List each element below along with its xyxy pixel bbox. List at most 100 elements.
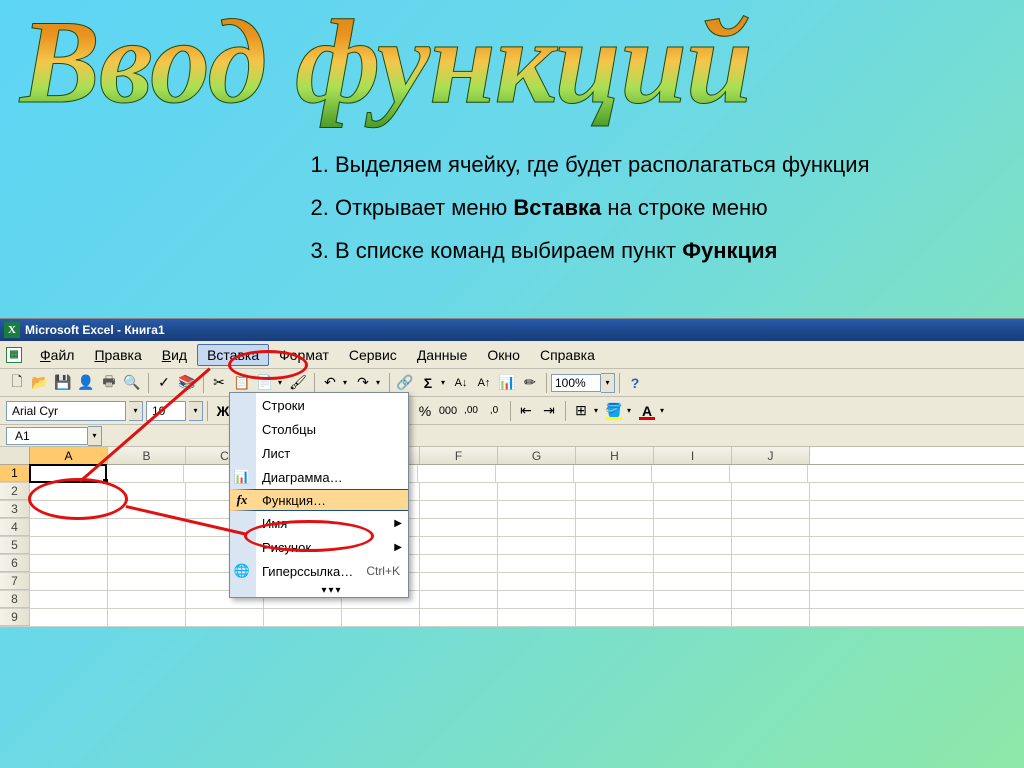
cell-H6[interactable] <box>576 555 654 572</box>
cell-F1[interactable] <box>418 465 496 482</box>
row-header-4[interactable]: 4 <box>0 519 30 536</box>
dd-rows[interactable]: Строки <box>230 393 408 417</box>
cell-B6[interactable] <box>108 555 186 572</box>
menu-help[interactable]: Справка <box>530 344 605 366</box>
cell-J7[interactable] <box>732 573 810 590</box>
cell-G2[interactable] <box>498 483 576 500</box>
format-painter-button[interactable]: 🖌 <box>287 372 309 394</box>
cell-G8[interactable] <box>498 591 576 608</box>
menu-format[interactable]: Формат <box>269 344 339 366</box>
chart-button[interactable]: 📊 <box>496 372 518 394</box>
cell-H8[interactable] <box>576 591 654 608</box>
row-header-2[interactable]: 2 <box>0 483 30 500</box>
cell-H7[interactable] <box>576 573 654 590</box>
redo-button[interactable]: ↷ <box>352 372 374 394</box>
col-header-J[interactable]: J <box>732 447 810 464</box>
cell-B8[interactable] <box>108 591 186 608</box>
sort-asc-button[interactable]: A↓ <box>450 372 472 394</box>
cell-G5[interactable] <box>498 537 576 554</box>
cell-C9[interactable] <box>186 609 264 626</box>
select-all-corner[interactable] <box>0 447 30 464</box>
cell-J5[interactable] <box>732 537 810 554</box>
cell-I6[interactable] <box>654 555 732 572</box>
dd-picture[interactable]: Рисунок▶ <box>230 535 408 559</box>
col-header-F[interactable]: F <box>420 447 498 464</box>
hyperlink-button[interactable]: 🔗 <box>394 372 416 394</box>
row-header-3[interactable]: 3 <box>0 501 30 518</box>
cell-E9[interactable] <box>342 609 420 626</box>
menu-file[interactable]: Файл <box>30 344 84 366</box>
dd-function[interactable]: fxФункция… <box>230 489 408 511</box>
borders-button[interactable]: ⊞ <box>570 400 592 422</box>
row-header-9[interactable]: 9 <box>0 609 30 626</box>
dd-hyperlink[interactable]: 🌐Гиперссылка…Ctrl+K <box>230 559 408 583</box>
dd-name[interactable]: Имя▶ <box>230 511 408 535</box>
cell-J8[interactable] <box>732 591 810 608</box>
print-preview-button[interactable]: 🔍 <box>121 372 143 394</box>
font-name-box[interactable]: Arial Cyr <box>6 401 126 421</box>
font-name-dropdown[interactable]: ▾ <box>129 401 143 421</box>
cell-H1[interactable] <box>574 465 652 482</box>
cell-I4[interactable] <box>654 519 732 536</box>
col-header-B[interactable]: B <box>108 447 186 464</box>
cell-G9[interactable] <box>498 609 576 626</box>
new-button[interactable]: 🗋 <box>6 372 28 394</box>
cell-J9[interactable] <box>732 609 810 626</box>
autosum-button[interactable]: Σ <box>417 372 439 394</box>
dd-expand[interactable]: ▾▾▾ <box>230 583 408 597</box>
cell-A3[interactable] <box>30 501 108 518</box>
cell-I3[interactable] <box>654 501 732 518</box>
dec-decimal-button[interactable]: ,0 <box>483 400 505 422</box>
col-header-A[interactable]: A <box>30 447 108 464</box>
sort-desc-button[interactable]: A↑ <box>473 372 495 394</box>
print-button[interactable]: 🖶 <box>98 372 120 394</box>
cell-F6[interactable] <box>420 555 498 572</box>
cell-H9[interactable] <box>576 609 654 626</box>
percent-button[interactable]: % <box>414 400 436 422</box>
cell-G3[interactable] <box>498 501 576 518</box>
undo-button[interactable]: ↶ <box>319 372 341 394</box>
cell-A7[interactable] <box>30 573 108 590</box>
spreadsheet-grid[interactable]: ABCDEFGHIJ 123456789 <box>0 447 1024 627</box>
row-header-5[interactable]: 5 <box>0 537 30 554</box>
cell-B2[interactable] <box>108 483 186 500</box>
cell-G7[interactable] <box>498 573 576 590</box>
cell-A9[interactable] <box>30 609 108 626</box>
cell-B1[interactable] <box>106 465 184 482</box>
cell-J6[interactable] <box>732 555 810 572</box>
cell-H2[interactable] <box>576 483 654 500</box>
cell-F5[interactable] <box>420 537 498 554</box>
cell-G4[interactable] <box>498 519 576 536</box>
name-box-dropdown[interactable]: ▾ <box>88 426 102 446</box>
paste-button[interactable]: 📄 <box>254 372 276 394</box>
cell-H4[interactable] <box>576 519 654 536</box>
cell-J3[interactable] <box>732 501 810 518</box>
col-header-I[interactable]: I <box>654 447 732 464</box>
cell-A8[interactable] <box>30 591 108 608</box>
cell-H5[interactable] <box>576 537 654 554</box>
cell-H3[interactable] <box>576 501 654 518</box>
row-header-8[interactable]: 8 <box>0 591 30 608</box>
menu-edit[interactable]: Правка <box>84 344 151 366</box>
menu-tools[interactable]: Сервис <box>339 344 407 366</box>
menu-window[interactable]: Окно <box>477 344 530 366</box>
cell-F3[interactable] <box>420 501 498 518</box>
cell-J2[interactable] <box>732 483 810 500</box>
col-header-H[interactable]: H <box>576 447 654 464</box>
name-box[interactable]: A1 <box>6 427 88 445</box>
cell-F8[interactable] <box>420 591 498 608</box>
help-button[interactable]: ? <box>624 372 646 394</box>
cell-J1[interactable] <box>730 465 808 482</box>
cell-J4[interactable] <box>732 519 810 536</box>
permission-button[interactable]: 👤 <box>75 372 97 394</box>
cell-B9[interactable] <box>108 609 186 626</box>
fill-color-button[interactable]: 🪣 <box>603 400 625 422</box>
cell-F7[interactable] <box>420 573 498 590</box>
row-header-1[interactable]: 1 <box>0 465 30 482</box>
font-size-dropdown[interactable]: ▾ <box>189 401 203 421</box>
inc-indent-button[interactable]: ⇥ <box>538 400 560 422</box>
cell-I8[interactable] <box>654 591 732 608</box>
cell-F2[interactable] <box>420 483 498 500</box>
dd-chart[interactable]: 📊Диаграмма… <box>230 465 408 489</box>
zoom-box[interactable]: 100% <box>551 374 601 392</box>
